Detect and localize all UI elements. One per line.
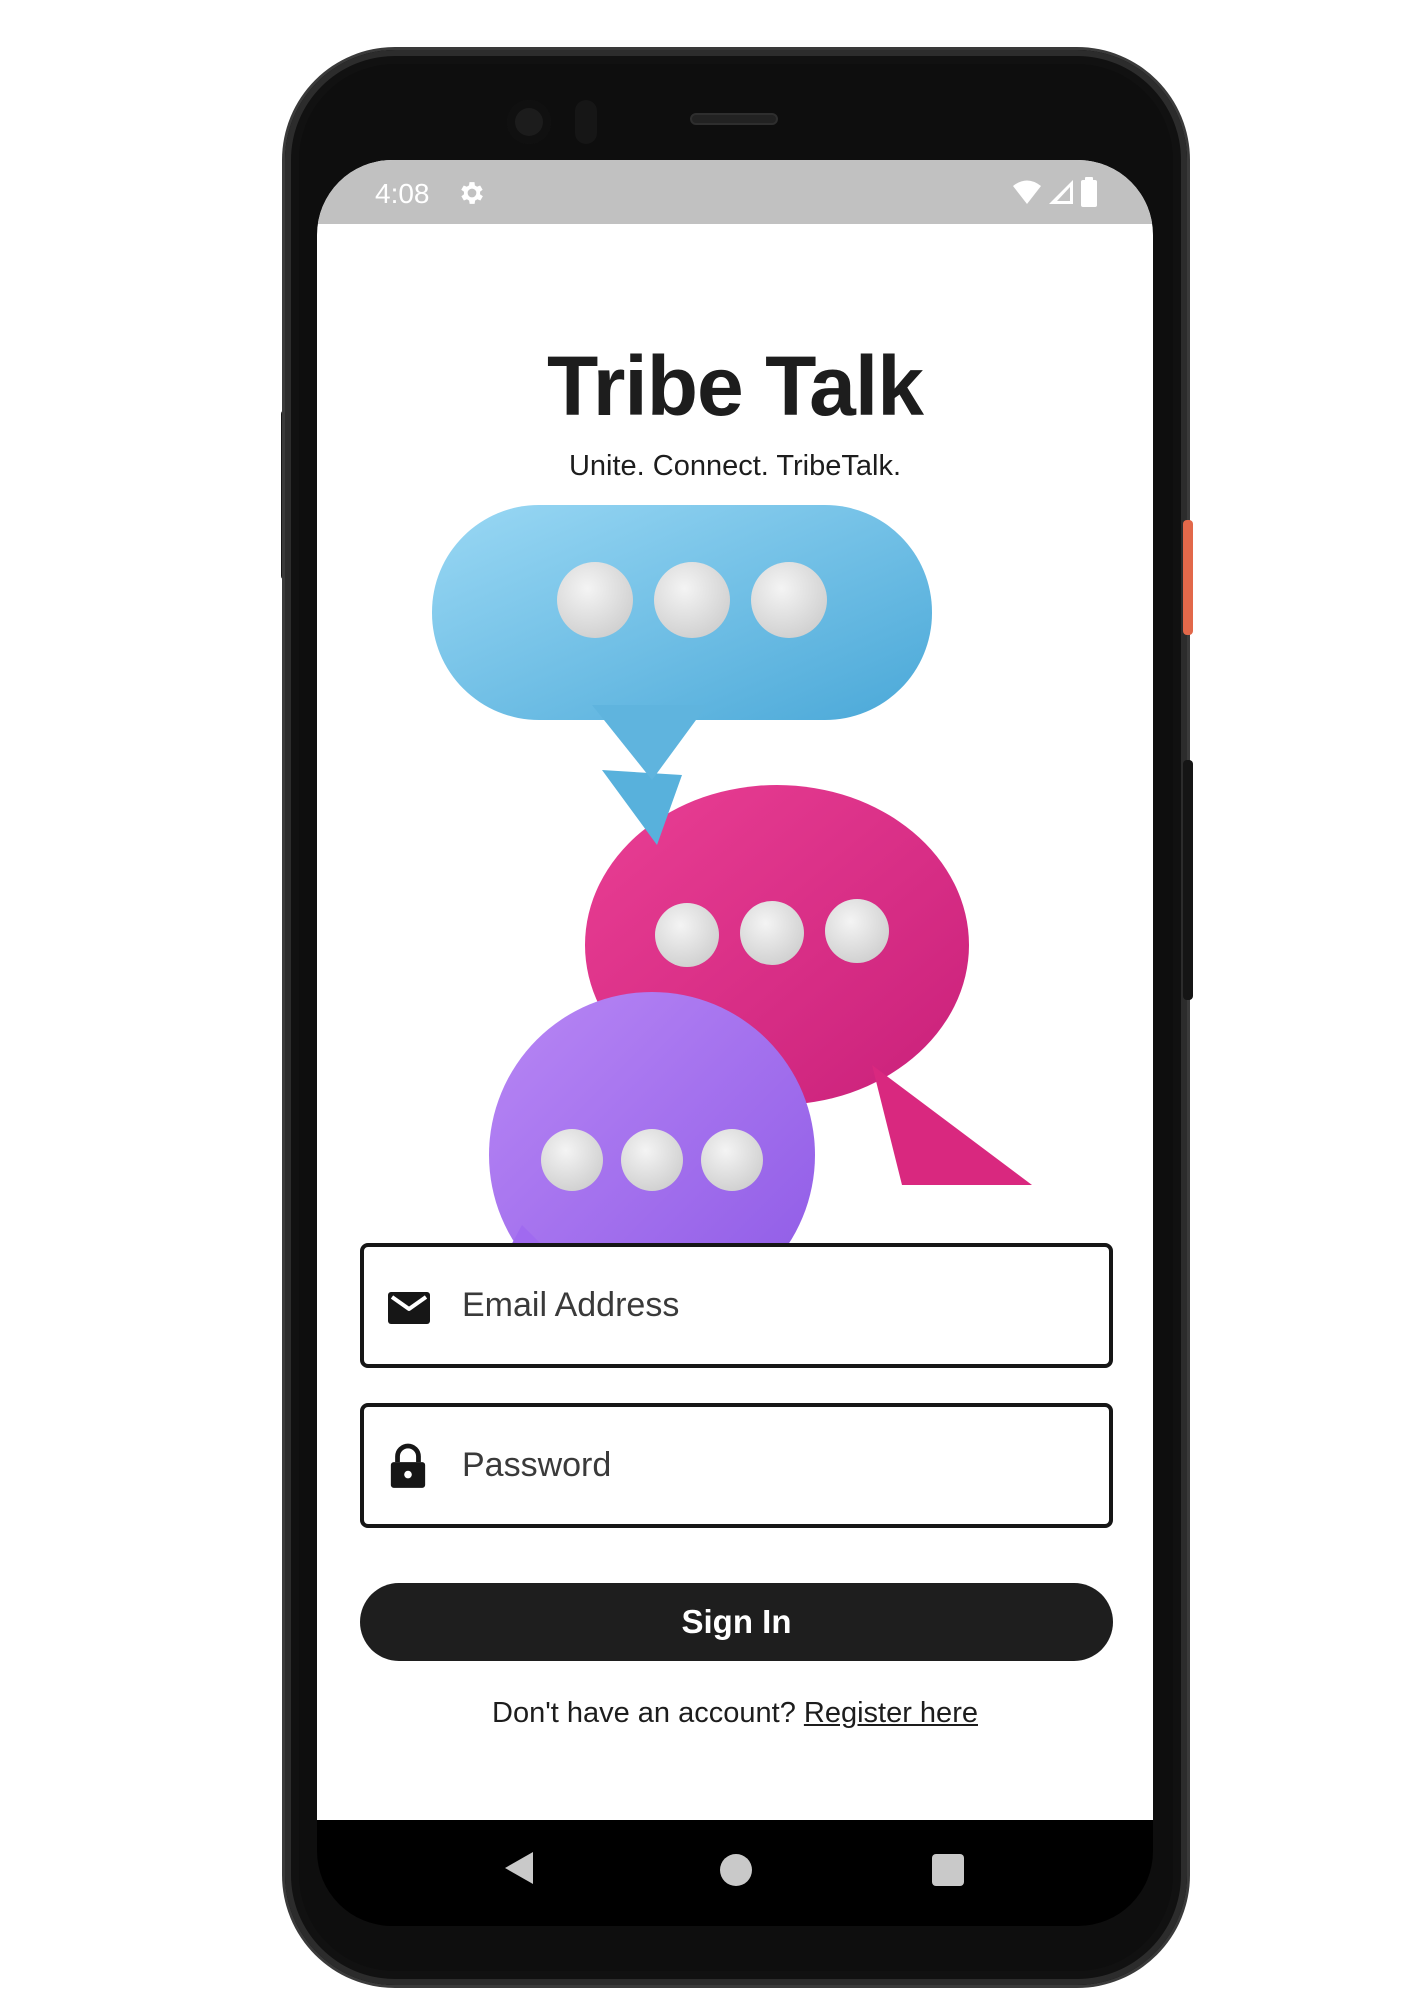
status-time: 4:08 (375, 178, 430, 209)
password-field[interactable] (360, 1403, 1113, 1528)
battery-icon (1081, 177, 1097, 207)
status-bar: 4:08 (317, 160, 1153, 224)
status-indicators (1012, 177, 1098, 207)
app-title: Tribe Talk (547, 339, 924, 433)
app-screen: 4:08 Tribe Talk Unite. Connect. TribeTal… (317, 160, 1153, 1820)
register-prompt: Don't have an account? (492, 1697, 796, 1729)
password-input[interactable] (462, 1407, 1092, 1524)
email-field[interactable] (360, 1243, 1113, 1368)
cell-signal-icon (1049, 180, 1073, 204)
home-icon[interactable] (720, 1854, 752, 1886)
settings-gear-icon (461, 182, 483, 204)
wifi-icon (1013, 180, 1041, 204)
sign-in-button[interactable]: Sign In (360, 1583, 1113, 1661)
back-icon[interactable] (503, 1850, 535, 1886)
recents-icon[interactable] (932, 1854, 964, 1886)
proximity-sensor (575, 100, 597, 144)
envelope-icon (388, 1292, 430, 1324)
earpiece-speaker (690, 113, 778, 125)
register-prompt-line: Don't have an account? Register here (317, 1697, 1153, 1730)
navigation-bar (317, 1820, 1153, 1926)
app-tagline: Unite. Connect. TribeTalk. (568, 450, 902, 482)
volume-button (1183, 760, 1193, 1000)
email-input[interactable] (462, 1247, 1092, 1364)
register-link[interactable]: Register here (804, 1697, 978, 1729)
power-button (1183, 520, 1193, 635)
front-camera (507, 100, 551, 144)
blue-chat-bubble (432, 505, 932, 845)
lock-icon (390, 1443, 426, 1488)
